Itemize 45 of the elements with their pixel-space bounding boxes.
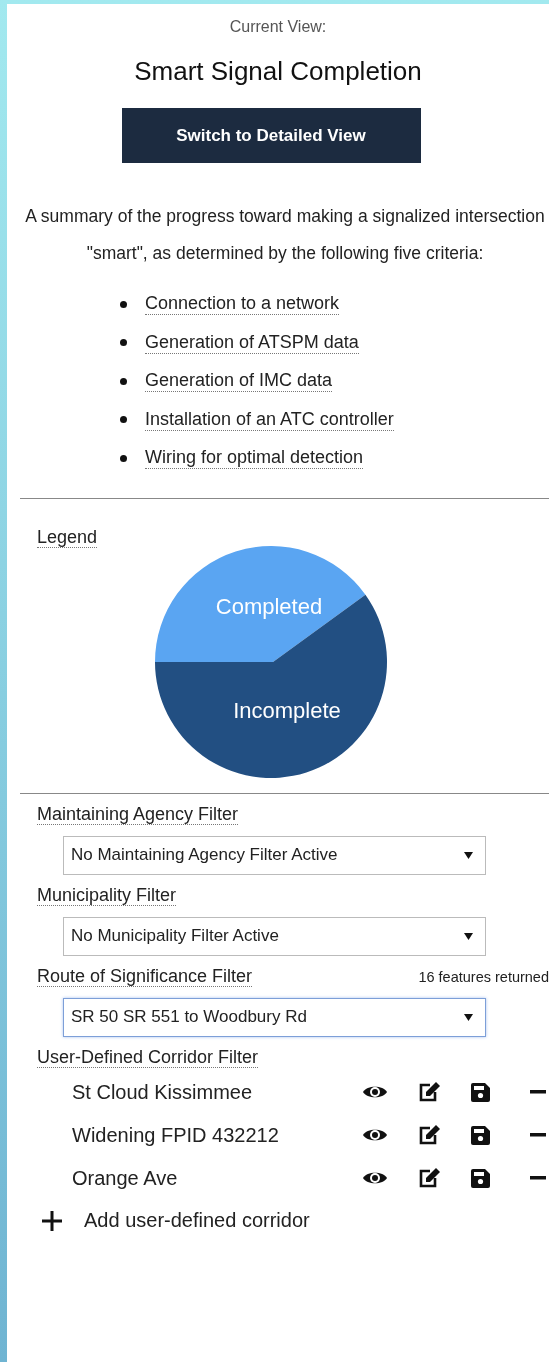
edit-icon[interactable] — [418, 1082, 440, 1102]
save-icon[interactable] — [471, 1168, 490, 1188]
add-corridor-link[interactable]: Add user-defined corridor — [84, 1209, 310, 1232]
corridor-name: Widening FPID 432212 — [72, 1123, 280, 1147]
slice-label: Completed — [215, 593, 323, 619]
bullet-icon — [120, 300, 127, 308]
eye-icon[interactable] — [362, 1127, 388, 1143]
caret-icon — [464, 932, 473, 940]
switch-view-button[interactable]: Switch to Detailed View — [121, 108, 421, 163]
filter-dropdown[interactable]: No Maintaining Agency Filter Active — [63, 835, 486, 875]
bullet-icon — [120, 377, 127, 385]
criterion-text: Generation of ATSPM data — [145, 331, 359, 354]
remove-icon[interactable] — [530, 1133, 546, 1137]
remove-icon[interactable] — [530, 1090, 546, 1094]
filter-label: Maintaining Agency Filter — [37, 803, 239, 826]
filter-dropdown[interactable]: No Municipality Filter Active — [63, 916, 486, 956]
result-count: 16 features returned — [418, 968, 549, 985]
criterion-text: Installation of an ATC controller — [145, 408, 394, 431]
description-text: A summary of the progress toward making a signalized intersection "smart", as determined by the following five criteria: — [24, 205, 546, 265]
plus-icon[interactable] — [42, 1210, 62, 1231]
corridor-name: St Cloud Kissimmee — [72, 1080, 254, 1104]
criterion-text: Connection to a network — [145, 293, 340, 316]
eye-icon[interactable] — [362, 1170, 388, 1186]
edit-icon[interactable] — [418, 1125, 440, 1145]
slice-label: Incomplete — [233, 697, 341, 723]
bullet-icon — [120, 454, 127, 462]
remove-icon[interactable] — [530, 1176, 546, 1180]
filter-label: Route of Significance Filter — [37, 965, 253, 988]
save-icon[interactable] — [471, 1082, 490, 1102]
view-caption: Current View: — [229, 18, 327, 36]
filter-label: Municipality Filter — [37, 884, 177, 907]
criterion-text: Generation of IMC data — [145, 370, 333, 393]
criterion-text: Wiring for optimal detection — [145, 447, 364, 470]
bullet-icon — [120, 339, 127, 347]
filter-label: User-Defined Corridor Filter — [37, 1046, 259, 1069]
edit-icon[interactable] — [418, 1168, 440, 1188]
bullet-icon — [120, 416, 127, 424]
corridor-name: Orange Ave — [72, 1166, 179, 1190]
filter-dropdown[interactable]: SR 50 SR 551 to Woodbury Rd — [63, 997, 486, 1037]
save-icon[interactable] — [471, 1125, 490, 1145]
eye-icon[interactable] — [362, 1084, 388, 1100]
caret-icon — [464, 851, 473, 859]
caret-icon — [464, 1013, 473, 1021]
legend-title: Legend — [37, 526, 98, 548]
view-title: Smart Signal Completion — [134, 56, 422, 87]
